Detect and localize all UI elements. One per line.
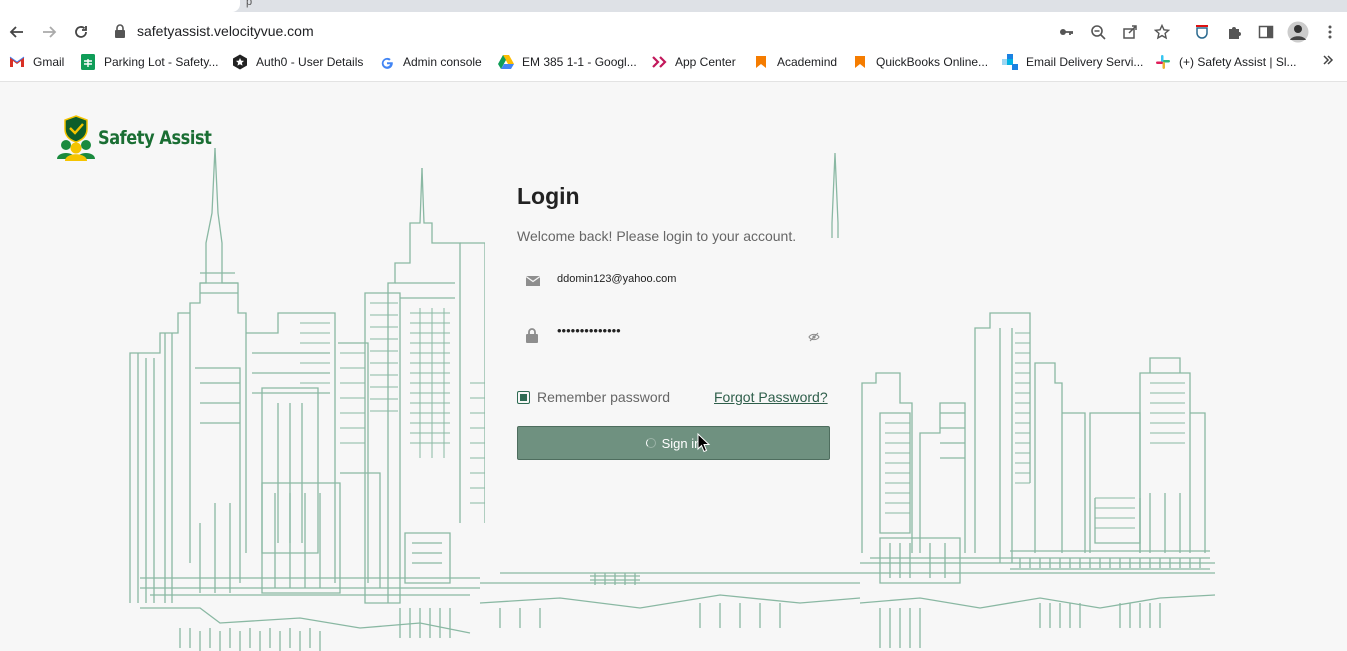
eye-slash-icon[interactable] xyxy=(808,329,820,347)
padlock-icon xyxy=(526,328,538,348)
email-input[interactable] xyxy=(557,273,807,285)
profile-avatar[interactable] xyxy=(1286,20,1310,44)
bookmark-em385[interactable]: EM 385 1-1 - Googl... xyxy=(498,54,637,70)
bookmarks-overflow-icon[interactable] xyxy=(1322,54,1334,66)
bookmark-parking-lot[interactable]: Parking Lot - Safety... xyxy=(80,54,219,70)
sendgrid-icon xyxy=(1002,54,1018,70)
password-field[interactable]: •••••••••••••• xyxy=(517,320,830,350)
sheets-icon xyxy=(80,54,96,70)
forgot-password-link[interactable]: Forgot Password? xyxy=(714,389,828,405)
gmail-icon xyxy=(9,54,25,70)
brand-logo[interactable]: Safety Assist xyxy=(56,115,231,161)
bookmark-app-center[interactable]: App Center xyxy=(651,54,736,70)
checkbox-checked-mark xyxy=(520,393,527,401)
slack-icon xyxy=(1155,54,1171,70)
page-content: Safety Assist xyxy=(0,83,1347,651)
drive-icon xyxy=(498,54,514,70)
mouse-cursor-icon xyxy=(697,433,711,453)
bookmark-flag-icon xyxy=(852,54,868,70)
remember-password-option[interactable]: Remember password xyxy=(517,389,670,405)
login-subtitle: Welcome back! Please login to your accou… xyxy=(517,228,797,244)
bookmarks-bar: Gmail Parking Lot - Safety... Auth0 - Us… xyxy=(0,52,1347,74)
browser-toolbar: safetyassist.velocityvue.com xyxy=(0,14,1347,50)
star-icon[interactable] xyxy=(1152,22,1172,42)
bookmark-quickbooks[interactable]: QuickBooks Online... xyxy=(852,54,988,70)
puzzle-icon[interactable] xyxy=(1224,22,1244,42)
arrow-left-icon xyxy=(9,26,23,38)
back-button[interactable] xyxy=(5,20,29,44)
sign-in-label: Sign in xyxy=(661,435,702,451)
sign-in-button[interactable]: Sign in xyxy=(517,426,830,460)
share-icon[interactable] xyxy=(1120,22,1140,42)
bookmark-email-delivery[interactable]: Email Delivery Servi... xyxy=(1002,54,1143,70)
password-input[interactable]: •••••••••••••• xyxy=(557,323,621,338)
safety-shield-people-icon xyxy=(57,115,95,161)
kebab-menu-icon[interactable] xyxy=(1320,22,1340,42)
bookmark-slack[interactable]: (+) Safety Assist | Sl... xyxy=(1155,54,1297,70)
brand-name: Safety Assist xyxy=(98,127,212,149)
remember-label: Remember password xyxy=(537,389,671,405)
app-center-icon xyxy=(651,54,667,70)
side-panel-icon[interactable] xyxy=(1256,22,1276,42)
lock-icon[interactable] xyxy=(114,24,126,43)
forward-button[interactable] xyxy=(37,20,61,44)
zoom-icon[interactable] xyxy=(1088,22,1108,42)
loading-spinner-icon xyxy=(645,438,656,448)
reload-button[interactable] xyxy=(69,20,93,44)
bookmark-auth0[interactable]: Auth0 - User Details xyxy=(232,54,363,70)
login-title: Login xyxy=(517,183,580,209)
bookmark-flag-icon xyxy=(753,54,769,70)
tab-strip: p xyxy=(0,0,1347,12)
remember-checkbox[interactable] xyxy=(517,390,530,404)
envelope-icon xyxy=(525,274,541,292)
extension-shield-icon[interactable] xyxy=(1192,22,1212,42)
bookmark-admin-console[interactable]: Admin console xyxy=(379,54,482,70)
email-field[interactable] xyxy=(517,266,830,296)
key-icon[interactable] xyxy=(1056,22,1076,42)
browser-chrome: p safetyassist.velocityvue.com Gmail Par… xyxy=(0,0,1347,82)
auth0-icon xyxy=(232,54,248,70)
reload-icon xyxy=(75,26,87,38)
bookmark-gmail[interactable]: Gmail xyxy=(9,54,64,70)
active-tab[interactable] xyxy=(0,0,240,12)
next-tab-label[interactable]: p xyxy=(246,0,252,8)
bookmark-academind[interactable]: Academind xyxy=(753,54,837,70)
arrow-right-icon xyxy=(43,26,57,38)
google-g-icon xyxy=(379,54,395,70)
address-bar-url[interactable]: safetyassist.velocityvue.com xyxy=(137,23,314,39)
